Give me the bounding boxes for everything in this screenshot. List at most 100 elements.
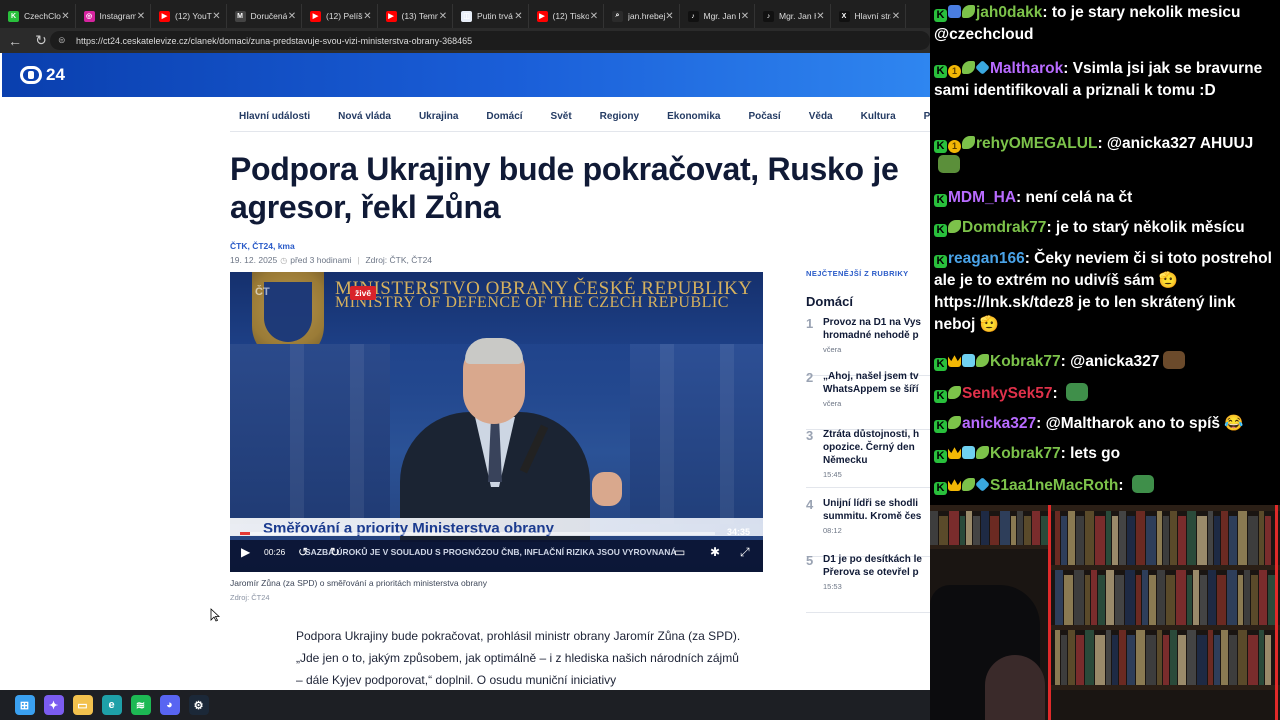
most-read-item[interactable]: 5 D1 je po desítkách le Přerova se otevřel… xyxy=(806,553,930,613)
fullscreen-icon[interactable]: ⤢ xyxy=(740,545,750,560)
chat-username[interactable]: SenkySek57 xyxy=(962,385,1053,402)
video-progress-bar[interactable] xyxy=(240,532,715,535)
chat-username[interactable]: MDM_HA xyxy=(948,189,1016,206)
video-player[interactable]: MINISTERSTVO OBRANY ČESKÉ REPUBLIKY MINI… xyxy=(230,272,763,572)
article-authors[interactable]: ČTK, ČT24, kma xyxy=(230,241,295,251)
book xyxy=(1197,635,1207,685)
close-tab-icon[interactable]: ✕ xyxy=(665,11,675,22)
item-title-line: opozice. Černý den xyxy=(823,442,915,453)
book xyxy=(1221,511,1228,565)
chat-username[interactable]: reagan166 xyxy=(948,250,1025,267)
close-tab-icon[interactable]: ✕ xyxy=(816,11,826,22)
nav-item[interactable]: Svět xyxy=(551,111,572,122)
nav-item[interactable]: Hlavní události xyxy=(239,111,310,122)
chat-text: není celá na čt xyxy=(1025,189,1133,206)
nav-item[interactable]: Ekonomika xyxy=(667,111,720,122)
browser-tab[interactable]: ◎ Instagram ✕ xyxy=(76,4,151,28)
close-tab-icon[interactable]: ✕ xyxy=(136,11,146,22)
sidebar-section-title[interactable]: Domácí xyxy=(806,294,853,309)
chat-username[interactable]: Maltharok xyxy=(990,60,1063,77)
nav-item[interactable]: Kultura xyxy=(861,111,896,122)
item-title: Provoz na D1 na Vys hromadné nehodě p xyxy=(823,316,930,342)
book xyxy=(1193,570,1199,625)
book xyxy=(1259,630,1264,685)
browser-tab[interactable]: ♪ Mgr. Jan H✕ xyxy=(755,4,831,28)
browser-tab[interactable]: ▶ (12) Tiskov✕ xyxy=(529,4,604,28)
close-tab-icon[interactable]: ✕ xyxy=(363,11,373,22)
close-tab-icon[interactable]: ✕ xyxy=(287,11,297,22)
browser-tab[interactable]: ▶ (12) YouTu✕ xyxy=(151,4,227,28)
book xyxy=(1163,516,1169,565)
play-icon[interactable]: ▶ xyxy=(241,545,250,559)
close-tab-icon[interactable]: ✕ xyxy=(514,11,524,22)
most-read-item[interactable]: 2 „Ahoj, našel jsem tv WhatsAppem se šíří v… xyxy=(806,370,930,430)
chat-username[interactable]: S1aa1neMacRoth xyxy=(990,477,1118,494)
gem-badge-icon xyxy=(975,477,990,492)
chat-username[interactable]: Kobrak77 xyxy=(990,353,1061,370)
browser-tab[interactable]: X Hlavní strá✕ xyxy=(831,4,906,28)
copilot-icon[interactable]: ✦ xyxy=(43,695,64,715)
chat-username[interactable]: Kobrak77 xyxy=(990,445,1061,462)
reload-icon[interactable]: ↻ xyxy=(30,30,52,52)
browser-tab[interactable]: K CzechClou✕ xyxy=(0,4,76,28)
close-tab-icon[interactable]: ✕ xyxy=(891,11,901,22)
article-meta: 19. 12. 2025 ◷ před 3 hodinami | Zdroj: … xyxy=(230,255,432,265)
book xyxy=(1064,575,1073,625)
settings-icon[interactable]: ✱ xyxy=(710,545,720,559)
chat-username[interactable]: anicka327 xyxy=(962,415,1036,432)
emote-icon xyxy=(1131,475,1154,493)
windows-taskbar: ⊞ ✦ ▭ e ≋ ◕ ⚙ xyxy=(0,690,930,720)
ct24-logo[interactable]: 24 xyxy=(20,65,65,85)
close-tab-icon[interactable]: ✕ xyxy=(740,11,750,22)
subtitles-icon[interactable]: ▭ xyxy=(674,545,685,559)
caption-source: Zdroj: ČT24 xyxy=(230,593,270,602)
book xyxy=(973,516,980,545)
book xyxy=(1208,511,1213,565)
video-current-time: 00:26 xyxy=(264,547,286,557)
nav-item[interactable]: Nová vláda xyxy=(338,111,391,122)
browser-tab[interactable]: ⌕ jan.hrebej ✕ xyxy=(604,4,680,28)
chat-username[interactable]: rehyOMEGALUL xyxy=(976,135,1097,152)
url-input[interactable]: ⊜ https://ct24.ceskatelevize.cz/clanek/d… xyxy=(50,31,930,50)
close-tab-icon[interactable]: ✕ xyxy=(61,11,71,22)
forward-icon[interactable]: ↻ xyxy=(330,545,340,559)
discord-icon[interactable]: ◕ xyxy=(159,695,180,715)
browser-tab[interactable]: M Doručená ✕ xyxy=(227,4,302,28)
edge-icon[interactable]: e xyxy=(101,695,122,715)
browser-tab[interactable]: ▶ (13) Temn ✕ xyxy=(378,4,453,28)
close-tab-icon[interactable]: ✕ xyxy=(212,11,222,22)
nav-item[interactable]: Regiony xyxy=(600,111,639,122)
book xyxy=(1146,516,1156,565)
spotify-icon[interactable]: ≋ xyxy=(130,695,151,715)
chat-username[interactable]: Domdrak77 xyxy=(962,219,1046,236)
crown-badge-icon xyxy=(948,447,961,459)
nav-item[interactable]: Počasí xyxy=(748,111,780,122)
rewind-icon[interactable]: ↺ xyxy=(298,545,308,559)
nav-item[interactable]: Domácí xyxy=(486,111,522,122)
chat-username[interactable]: jah0dakk xyxy=(976,4,1042,21)
file-explorer-icon[interactable]: ▭ xyxy=(72,695,93,715)
blue-badge-icon xyxy=(948,5,961,18)
most-read-item[interactable]: 4 Unijní lídři se shodli summitu. Kromě če… xyxy=(806,497,930,557)
item-title-line: hromadné nehodě p xyxy=(823,330,919,341)
most-read-item[interactable]: 3 Ztráta důstojnosti, h opozice. Černý den… xyxy=(806,428,930,488)
browser-tab[interactable]: ◫ Putin trvá ✕ xyxy=(453,4,529,28)
steam-icon[interactable]: ⚙ xyxy=(188,695,209,715)
close-tab-icon[interactable]: ✕ xyxy=(589,11,599,22)
nav-item[interactable]: Věda xyxy=(809,111,833,122)
most-read-item[interactable]: 1 Provoz na D1 na Vys hromadné nehodě p vče… xyxy=(806,316,930,376)
book xyxy=(1200,575,1207,625)
browser-tab[interactable]: ▶ (12) Pelíšk✕ xyxy=(302,4,378,28)
tab-title: (13) Temn xyxy=(401,11,439,21)
browser-tab[interactable]: ♪ Mgr. Jan H✕ xyxy=(680,4,755,28)
nav-item[interactable]: Ukrajina xyxy=(419,111,458,122)
back-icon[interactable]: ← xyxy=(4,30,26,52)
close-tab-icon[interactable]: ✕ xyxy=(438,11,448,22)
site-info-icon[interactable]: ⊜ xyxy=(58,35,70,46)
item-title-line: „Ahoj, našel jsem tv xyxy=(823,371,919,382)
book xyxy=(1157,630,1162,685)
chat-text: @Maltharok ano to spíš 😂 xyxy=(1045,415,1244,432)
windows-start-icon[interactable]: ⊞ xyxy=(14,695,35,715)
book xyxy=(1229,635,1237,685)
book xyxy=(1076,516,1084,565)
